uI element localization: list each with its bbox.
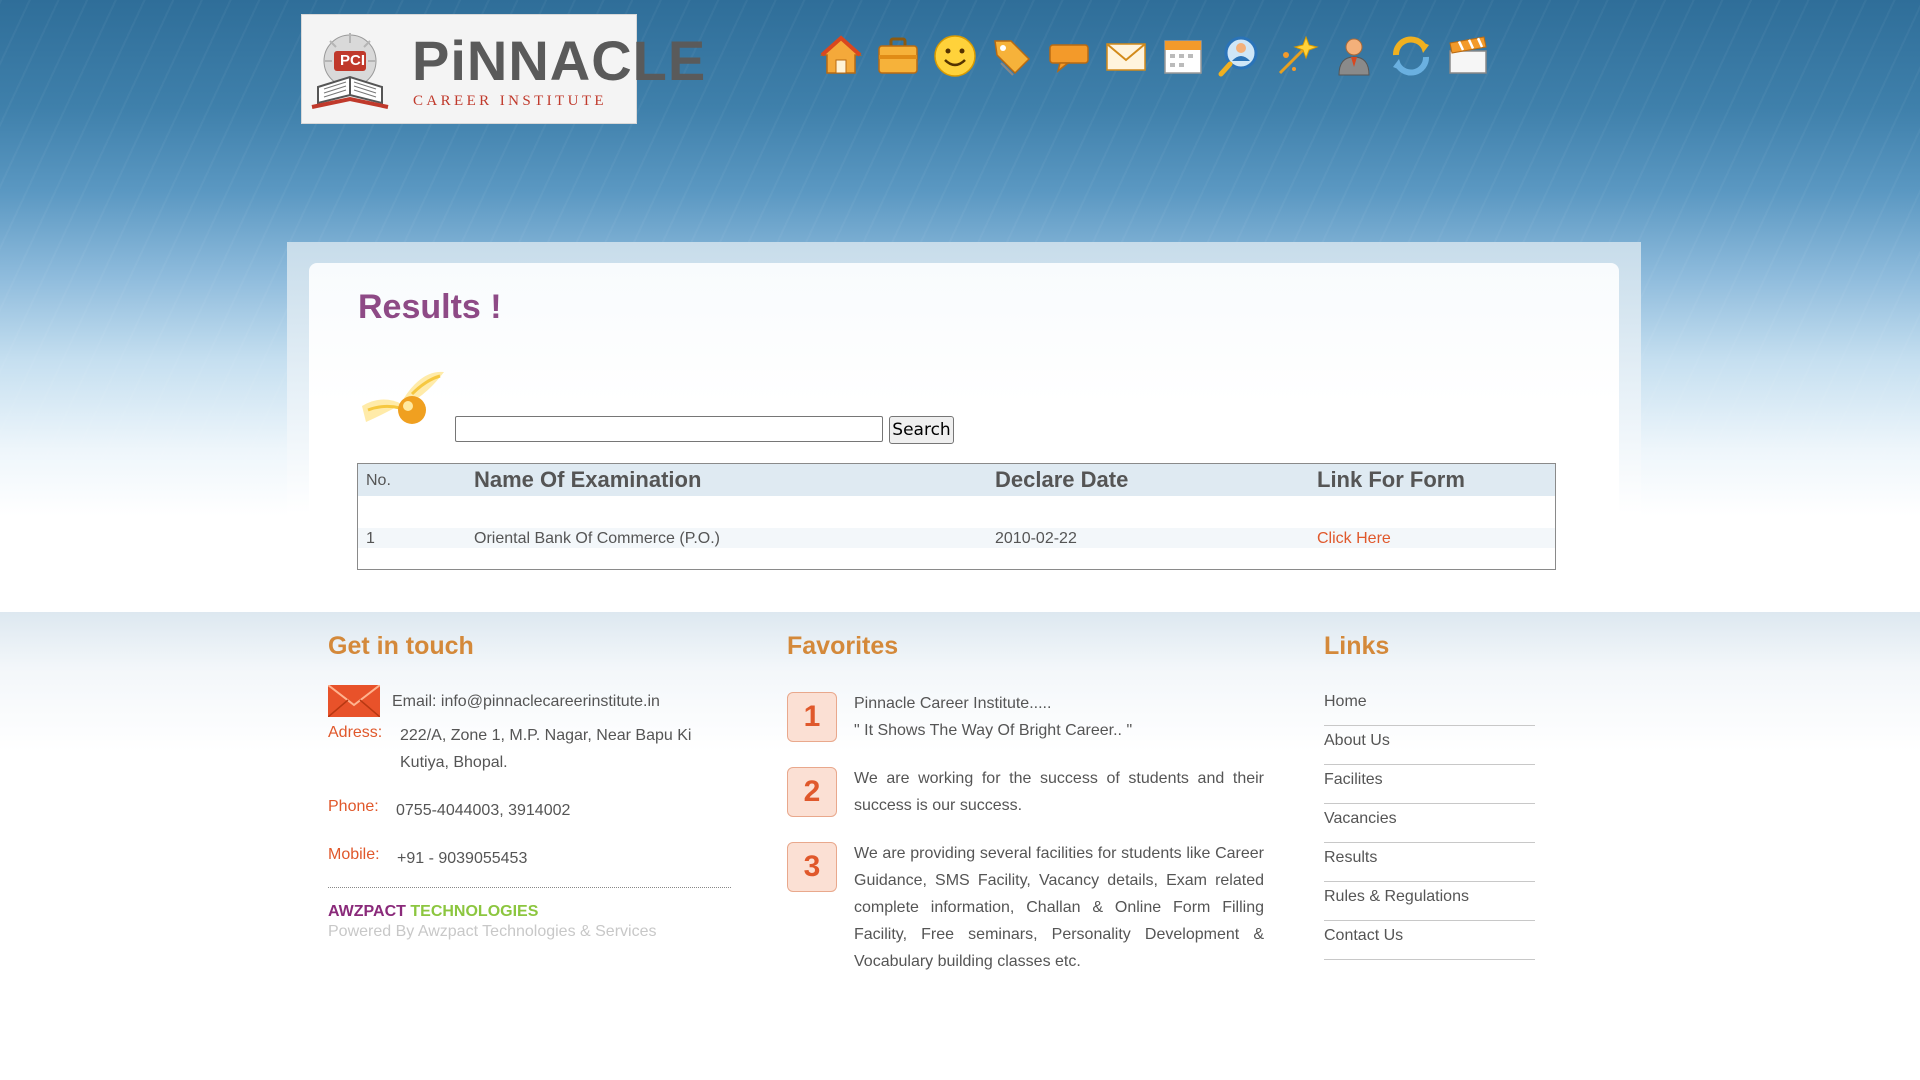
links-heading: Links — [1324, 632, 1390, 660]
top-icon-nav — [814, 26, 1494, 86]
mail-icon — [1105, 43, 1146, 71]
phone-label: Phone: — [328, 798, 379, 815]
table-header-row: No. Name Of Examination Declare Date Lin… — [358, 464, 1555, 496]
nav-user[interactable] — [1327, 26, 1380, 86]
footer-link-vacancies[interactable]: Vacancies — [1324, 805, 1535, 843]
nav-smiley[interactable] — [928, 26, 981, 86]
favorite-item-3-text: We are providing several facilities for … — [854, 845, 1264, 970]
address-label: Adress: — [328, 724, 383, 741]
tags-icon — [993, 40, 1030, 76]
footer-links-list: Home About Us Facilites Vacancies Result… — [1324, 688, 1535, 961]
footer-link-rules[interactable]: Rules & Regulations — [1324, 883, 1535, 921]
favorite-item-1-line-1: Pinnacle Career Institute..... — [854, 695, 1052, 712]
footer-link-facilites[interactable]: Facilites — [1324, 766, 1535, 804]
nav-sparkle[interactable] — [1270, 26, 1323, 86]
favorite-item-1-line-2: " It Shows The Way Of Bright Career.. " — [854, 722, 1133, 739]
favorite-number-3: 3 — [787, 842, 837, 892]
logo-subtitle: CAREER INSTITUTE — [413, 93, 607, 109]
favorite-number-1: 1 — [787, 692, 837, 742]
cell-declare-date: 2010-02-22 — [995, 530, 1077, 547]
clapper-icon — [1448, 36, 1487, 74]
brand-part-2: TECHNOLOGIES — [410, 903, 539, 920]
cell-no: 1 — [366, 530, 375, 547]
nav-tags[interactable] — [985, 26, 1038, 86]
calendar-icon — [1163, 40, 1202, 74]
developer-brand[interactable]: AWZPACT TECHNOLOGIES — [328, 903, 538, 921]
footer-link-about-us[interactable]: About Us — [1324, 727, 1535, 765]
nav-chat[interactable] — [1042, 26, 1095, 86]
phone-number: 0755-4044003, 3914002 — [396, 802, 571, 819]
envelope-icon — [328, 685, 380, 717]
table-row: 1 Oriental Bank Of Commerce (P.O.) 2010-… — [358, 528, 1555, 548]
column-header-link: Link For Form — [1317, 467, 1465, 492]
home-icon — [819, 35, 862, 74]
nav-home[interactable] — [814, 26, 867, 86]
book-emblem-icon — [311, 33, 389, 109]
user-icon — [1337, 38, 1370, 76]
footer-divider — [328, 887, 731, 888]
briefcase-icon — [877, 37, 918, 74]
winged-ball-icon — [362, 371, 444, 424]
search-button[interactable]: Search — [889, 416, 954, 444]
footer-link-contact-us[interactable]: Contact Us — [1324, 922, 1535, 960]
sparkle-icon — [1278, 35, 1319, 75]
smiley-icon — [933, 35, 976, 77]
address-line-2: Kutiya, Bhopal. — [400, 754, 508, 771]
powered-by-text: Powered By Awzpact Technologies & Servic… — [328, 923, 657, 940]
favorite-item-2-text: We are working for the success of studen… — [854, 770, 1264, 814]
footer-link-home[interactable]: Home — [1324, 688, 1535, 726]
nav-clapper[interactable] — [1441, 26, 1494, 86]
page-title: Results ! — [358, 288, 502, 326]
get-in-touch-heading: Get in touch — [328, 632, 474, 660]
logo-wordmark: PiNNACLE — [412, 29, 707, 92]
column-header-name: Name Of Examination — [474, 467, 702, 492]
nav-mail[interactable] — [1099, 26, 1152, 86]
footer-link-results[interactable]: Results — [1324, 844, 1535, 882]
mobile-label: Mobile: — [328, 846, 380, 863]
nav-refresh[interactable] — [1384, 26, 1437, 86]
cell-exam-name: Oriental Bank Of Commerce (P.O.) — [474, 530, 720, 547]
address-line-1: 222/A, Zone 1, M.P. Nagar, Near Bapu Ki — [400, 727, 692, 744]
click-here-link[interactable]: Click Here — [1317, 530, 1391, 548]
column-header-no: No. — [366, 472, 391, 489]
nav-calendar[interactable] — [1156, 26, 1209, 86]
nav-user-search[interactable] — [1213, 26, 1266, 86]
brand-part-1: AWZPACT — [328, 903, 406, 920]
user-search-icon — [1218, 36, 1257, 77]
site-logo[interactable]: PCI PiNNACLE CAREER INSTITUTE — [301, 14, 705, 124]
nav-briefcase[interactable] — [871, 26, 924, 86]
mobile-number: +91 - 9039055453 — [397, 850, 528, 867]
search-input[interactable] — [455, 416, 883, 442]
refresh-icon — [1392, 36, 1429, 76]
contact-email[interactable]: Email: info@pinnaclecareerinstitute.in — [392, 688, 660, 715]
chat-icon — [1048, 44, 1089, 73]
favorite-number-2: 2 — [787, 767, 837, 817]
favorites-heading: Favorites — [787, 632, 899, 660]
logo-badge-text: PCI — [340, 52, 366, 69]
results-table: No. Name Of Examination Declare Date Lin… — [357, 463, 1556, 570]
column-header-date: Declare Date — [995, 467, 1129, 492]
